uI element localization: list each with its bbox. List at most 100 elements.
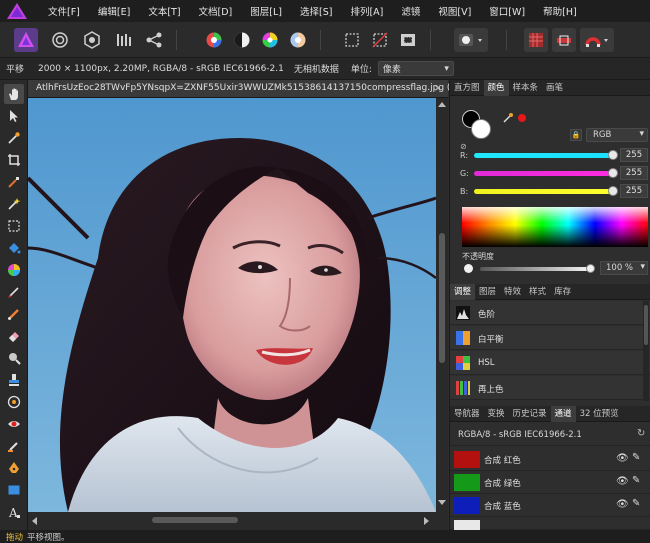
color-spectrum[interactable] [462,207,648,247]
move-tool-icon[interactable] [4,106,24,126]
horizontal-scroll-thumb[interactable] [152,517,238,523]
flood-select-tool-icon[interactable] [4,194,24,214]
blemish-tool-icon[interactable] [4,392,24,412]
hand-tool-icon[interactable] [4,84,24,104]
paint-brush-tool-icon[interactable] [4,282,24,302]
snapping-grid-icon[interactable] [552,28,576,52]
tab-stock[interactable]: 库存 [550,284,575,300]
dodge-tool-icon[interactable] [4,348,24,368]
menu-filters[interactable]: 滤镜 [392,4,429,18]
eye-icon[interactable]: 👁 [616,453,629,464]
channel-row-green[interactable]: 合成 绿色 👁 ✎ [450,471,650,494]
vertical-scrollbar[interactable] [436,98,448,512]
blue-slider-track[interactable] [474,189,614,194]
color-balance-icon[interactable] [202,28,226,52]
assistant-icon[interactable] [524,28,548,52]
adjustment-hsl[interactable]: HSL [450,351,650,375]
pixel-tool-icon[interactable] [4,304,24,324]
tab-brushes[interactable]: 画笔 [542,80,567,96]
current-color-dot[interactable] [518,114,526,122]
menu-document[interactable]: 文档[D] [190,4,242,18]
scroll-right-arrow-icon[interactable] [424,517,429,525]
opacity-slider[interactable] [464,264,596,274]
tab-adjustments[interactable]: 调整 [450,283,476,300]
menu-select[interactable]: 选择[S] [291,4,341,18]
edit-icon[interactable]: ✎ [632,498,640,509]
menu-file[interactable]: 文件[F] [34,4,89,18]
adjustment-recolor[interactable]: 再上色 [450,376,650,400]
flood-fill-tool-icon[interactable] [4,238,24,258]
deselect-icon[interactable] [368,28,392,52]
tab-32bit-preview[interactable]: 32 位预览 [576,406,623,422]
tone-mapping-persona-icon[interactable] [112,28,136,52]
opacity-value-field[interactable]: 100 % ▾ [600,261,648,275]
adjustment-white-balance[interactable]: 白平衡 [450,326,650,350]
green-value-field[interactable]: 255 [620,166,648,180]
text-tool-icon[interactable]: A [4,502,24,522]
inpainting-tool-icon[interactable] [4,436,24,456]
white-balance-icon[interactable] [286,28,310,52]
red-eye-tool-icon[interactable] [4,414,24,434]
develop-persona-icon[interactable] [80,28,104,52]
menu-edit[interactable]: 编辑[E] [89,4,139,18]
clone-tool-icon[interactable] [4,370,24,390]
scroll-up-arrow-icon[interactable] [438,102,446,107]
tab-channels[interactable]: 通道 [550,405,576,422]
crop-tool-icon[interactable] [4,150,24,170]
edit-icon[interactable]: ✎ [632,452,640,463]
red-value-field[interactable]: 255 [620,148,648,162]
eye-icon[interactable]: 👁 [616,476,629,487]
tab-histogram[interactable]: 直方图 [450,80,484,96]
channel-row-alpha[interactable] [450,517,650,530]
channel-row-red[interactable]: 合成 红色 👁 ✎ [450,448,650,471]
eraser-tool-icon[interactable] [4,326,24,346]
eye-icon[interactable]: 👁 [616,499,629,510]
menu-view[interactable]: 视图[V] [429,4,480,18]
invert-selection-icon[interactable] [396,28,420,52]
color-mode-select[interactable]: RGB ▾ [586,128,648,142]
export-persona-icon[interactable] [142,28,166,52]
close-icon[interactable]: × [434,83,442,94]
horizontal-scrollbar[interactable] [28,512,448,530]
tab-layers[interactable]: 图层 [475,284,500,300]
pen-tool-icon[interactable] [4,458,24,478]
red-slider-track[interactable] [474,153,614,158]
eyedropper-icon[interactable] [502,112,514,127]
gradient-tool-icon[interactable] [4,260,24,280]
menu-arrange[interactable]: 排列[A] [341,4,392,18]
menu-window[interactable]: 窗口[W] [480,4,534,18]
scroll-left-arrow-icon[interactable] [32,517,37,525]
quick-mask-icon[interactable] [454,28,488,52]
edit-icon[interactable]: ✎ [632,475,640,486]
blue-slider-knob[interactable] [608,186,618,196]
green-slider-knob[interactable] [608,168,618,178]
blue-slider[interactable]: B: 255 [460,184,650,198]
snapping-icon[interactable] [580,28,614,52]
tab-transform[interactable]: 变换 [484,406,509,422]
menu-help[interactable]: 帮助[H] [534,4,586,18]
tab-color[interactable]: 颜色 [483,79,509,96]
red-slider-knob[interactable] [608,150,618,160]
color-wheel-icon[interactable] [258,28,282,52]
blue-value-field[interactable]: 255 [620,184,648,198]
marquee-icon[interactable] [340,28,364,52]
menu-layer[interactable]: 图层[L] [241,4,291,18]
reset-icon[interactable]: ↻ [637,428,645,439]
tab-effects[interactable]: 特效 [500,284,525,300]
stroke-fill-swatches[interactable] [462,110,492,140]
document-tab[interactable]: AtlhFrsUzEoc28TWvFp5YNsqpX=ZXNF55Uxir3WW… [28,80,465,98]
menu-text[interactable]: 文本[T] [139,4,189,18]
selection-brush-tool-icon[interactable] [4,172,24,192]
contrast-icon[interactable] [230,28,254,52]
color-picker-tool-icon[interactable] [4,128,24,148]
rectangle-shape-tool-icon[interactable] [4,480,24,500]
liquify-persona-icon[interactable] [48,28,72,52]
adjustment-list-scrollbar[interactable] [643,301,649,401]
tab-styles[interactable]: 样式 [525,284,550,300]
photo-persona-icon[interactable] [14,28,38,52]
tab-navigator[interactable]: 导航器 [450,406,484,422]
vertical-scroll-thumb[interactable] [439,233,445,363]
adjustment-levels[interactable]: 色阶 [450,301,650,325]
scroll-down-arrow-icon[interactable] [438,500,446,505]
channel-row-blue[interactable]: 合成 蓝色 👁 ✎ [450,494,650,517]
